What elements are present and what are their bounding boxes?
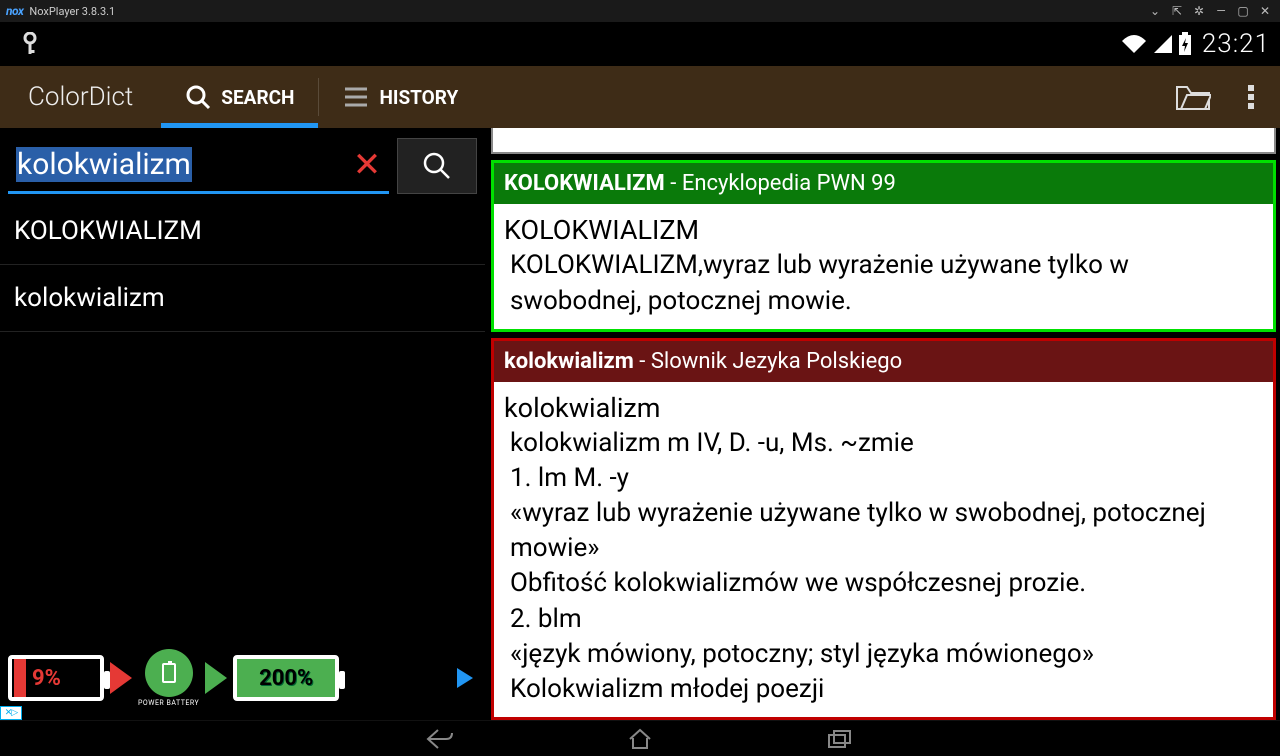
android-nav-bar bbox=[0, 720, 1280, 756]
ad-brand-label: POWER BATTERY bbox=[138, 699, 199, 707]
tab-search-label: SEARCH bbox=[221, 86, 294, 109]
nox-minimize-icon[interactable]: — bbox=[1212, 2, 1230, 20]
arrow-icon bbox=[110, 662, 132, 694]
battery-full-icon: 200% bbox=[233, 655, 339, 701]
overflow-menu-button[interactable] bbox=[1222, 66, 1280, 128]
android-status-bar: 23:21 bbox=[0, 22, 1280, 66]
card-source: Encyklopedia PWN 99 bbox=[682, 171, 896, 196]
card-header: kolokwializm - Slownik Jezyka Polskiego bbox=[494, 341, 1273, 382]
result-item[interactable]: kolokwializm bbox=[0, 265, 485, 332]
card-body: kolokwializm kolokwializm m IV, D. -u, M… bbox=[494, 382, 1273, 717]
battery-charging-icon bbox=[1178, 32, 1192, 56]
nox-dropdown-icon[interactable]: ⌄ bbox=[1146, 2, 1164, 20]
entry-line: 1. lm M. -y bbox=[504, 461, 1263, 496]
tab-search[interactable]: SEARCH bbox=[161, 66, 318, 128]
folder-button[interactable] bbox=[1164, 66, 1222, 128]
app-title: ColorDict bbox=[0, 66, 161, 128]
adchoices-icon[interactable]: ✕▷ bbox=[0, 706, 22, 720]
card-headword: kolokwializm bbox=[504, 349, 634, 374]
nav-home-button[interactable] bbox=[620, 724, 660, 754]
entry-line: 2. blm bbox=[504, 602, 1263, 637]
entry-line: «wyraz lub wyrażenie używane tylko w swo… bbox=[504, 496, 1263, 566]
clear-icon[interactable]: ✕ bbox=[347, 145, 387, 185]
nox-title: NoxPlayer 3.8.3.1 bbox=[29, 5, 115, 18]
signal-icon bbox=[1152, 33, 1174, 55]
result-item[interactable]: KOLOKWIALIZM bbox=[0, 198, 485, 265]
card-body: KOLOKWIALIZM KOLOKWIALIZM,wyraz lub wyra… bbox=[494, 204, 1273, 329]
entry-definition: KOLOKWIALIZM,wyraz lub wyrażenie używane… bbox=[504, 248, 1263, 318]
nav-back-button[interactable] bbox=[420, 724, 460, 754]
previous-card-edge bbox=[491, 128, 1276, 154]
play-store-icon[interactable] bbox=[457, 668, 473, 688]
entry-line: kolokwializm m IV, D. -u, Ms. ~zmie bbox=[504, 426, 1263, 461]
ad-banner[interactable]: 9% POWER BATTERY 200% ✕▷ bbox=[0, 636, 485, 720]
list-icon bbox=[343, 86, 369, 108]
search-go-button[interactable] bbox=[397, 138, 477, 194]
nox-close-icon[interactable]: ✕ bbox=[1256, 2, 1274, 20]
entry-title: KOLOKWIALIZM bbox=[504, 212, 1263, 248]
search-row: kolokwializm ✕ bbox=[0, 128, 485, 198]
entry-line: Kolokwializm młodej poezji bbox=[504, 672, 1263, 707]
key-icon bbox=[20, 34, 40, 54]
entry-title: kolokwializm bbox=[504, 390, 1263, 426]
definition-card[interactable]: kolokwializm - Slownik Jezyka Polskiego … bbox=[491, 338, 1276, 720]
tab-history[interactable]: HISTORY bbox=[319, 66, 482, 128]
arrow-icon bbox=[205, 662, 227, 694]
wifi-icon bbox=[1120, 33, 1148, 55]
card-header: KOLOKWIALIZM - Encyklopedia PWN 99 bbox=[494, 163, 1273, 204]
status-time: 23:21 bbox=[1202, 29, 1270, 59]
battery-low-icon: 9% bbox=[8, 655, 104, 701]
nox-pin-icon[interactable]: ⇱ bbox=[1168, 2, 1186, 20]
definition-card[interactable]: KOLOKWIALIZM - Encyklopedia PWN 99 KOLOK… bbox=[491, 160, 1276, 332]
card-source: Slownik Jezyka Polskiego bbox=[651, 349, 902, 374]
search-icon bbox=[185, 84, 211, 110]
card-headword: KOLOKWIALIZM bbox=[504, 171, 665, 196]
nox-titlebar: nox NoxPlayer 3.8.3.1 ⌄ ⇱ ✲ — ▢ ✕ bbox=[0, 0, 1280, 22]
entry-line: Obfitość kolokwializmów we współczesnej … bbox=[504, 566, 1263, 601]
power-battery-icon bbox=[145, 649, 193, 697]
nox-maximize-icon[interactable]: ▢ bbox=[1234, 2, 1252, 20]
nox-settings-icon[interactable]: ✲ bbox=[1190, 2, 1208, 20]
nav-recents-button[interactable] bbox=[820, 724, 860, 754]
search-input[interactable]: kolokwializm bbox=[16, 147, 192, 182]
search-input-wrap[interactable]: kolokwializm ✕ bbox=[8, 138, 389, 194]
app-toolbar: ColorDict SEARCH HISTORY bbox=[0, 66, 1280, 128]
entry-line: «język mówiony, potoczny; styl języka mó… bbox=[504, 637, 1263, 672]
nox-logo: nox bbox=[6, 4, 23, 18]
tab-history-label: HISTORY bbox=[379, 86, 458, 109]
